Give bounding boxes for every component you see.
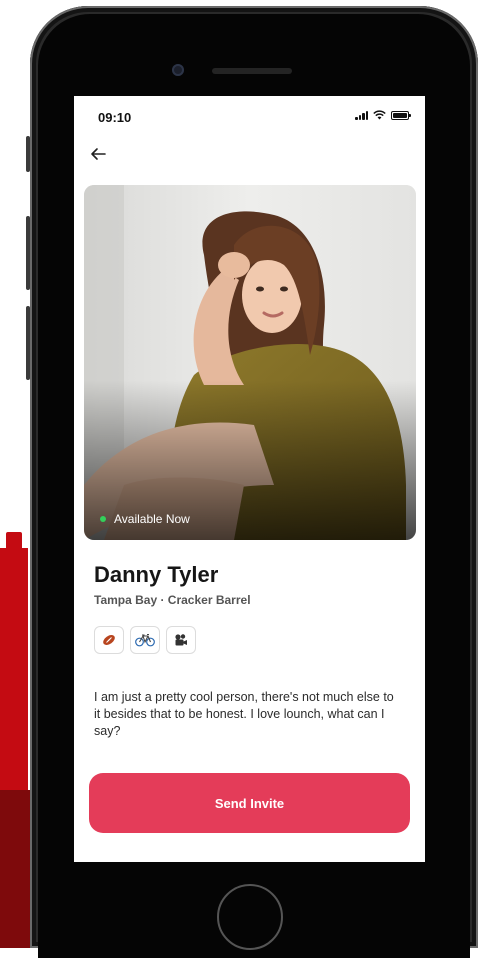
background-building-top [6,532,22,552]
interest-tag-movies[interactable] [166,626,196,654]
send-invite-button[interactable]: Send Invite [89,773,410,833]
mute-switch [26,136,30,172]
interest-tags [94,626,196,654]
interest-tag-football[interactable] [94,626,124,654]
wifi-icon [373,110,386,120]
app-screen: 09:10 Available Now Danny Tyler Tampa Ba… [74,96,425,862]
volume-down-button [26,306,30,380]
cellular-signal-icon [355,110,368,120]
bicycle-icon [135,633,155,647]
status-time: 09:10 [98,110,132,125]
back-arrow-icon[interactable] [88,144,108,164]
front-camera [172,64,184,76]
profile-name: Danny Tyler [94,562,219,587]
profile-photo-illustration [84,185,416,540]
home-button[interactable] [217,884,283,950]
volume-up-button [26,216,30,290]
profile-photo: Available Now [84,185,416,540]
status-bar: 09:10 [74,96,425,136]
availability-text: Available Now [114,512,190,526]
online-status-dot [100,516,106,522]
movie-camera-icon [175,634,187,646]
football-icon [103,635,115,645]
battery-icon [391,110,411,120]
earpiece-speaker [212,68,292,74]
profile-bio: I am just a pretty cool person, there's … [94,689,394,738]
availability-badge: Available Now [100,512,190,526]
profile-location: Tampa Bay · Cracker Barrel [94,593,251,607]
interest-tag-cycling[interactable] [130,626,160,654]
status-icons [355,110,411,120]
